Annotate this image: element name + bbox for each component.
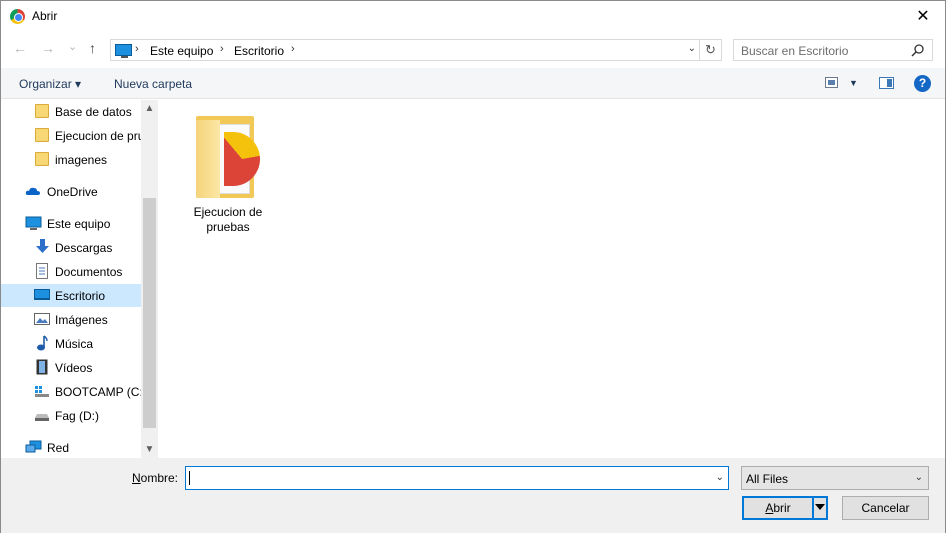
new-folder-button[interactable]: Nueva carpeta [114, 77, 192, 91]
scroll-thumb[interactable] [143, 198, 156, 428]
sidebar-item-label: Música [55, 337, 94, 351]
computer-icon [115, 44, 132, 58]
sidebar-scrollbar[interactable]: ▲ ▼ [141, 100, 158, 458]
file-type-select[interactable]: All Files ⌄ [741, 466, 929, 490]
sidebar-item-label: Descargas [55, 241, 113, 255]
folder-icon [35, 152, 49, 166]
document-icon [36, 263, 48, 279]
breadcrumb-separator[interactable]: › [135, 43, 139, 55]
folder-icon [35, 128, 49, 142]
folder-icon[interactable] [196, 116, 260, 200]
sidebar-item-label: Vídeos [55, 361, 93, 375]
navigation-pane: Base de datos Ejecucion de pru imagenes … [1, 100, 158, 458]
address-bar[interactable]: › Este equipo › Escritorio › ⌄ ↻ [110, 39, 722, 61]
sidebar-item-imagenes[interactable]: imagenes [1, 148, 141, 171]
sidebar-item-descargas[interactable]: Descargas [1, 236, 141, 259]
refresh-button[interactable]: ↻ [699, 40, 721, 60]
file-list-area[interactable] [159, 100, 945, 458]
sidebar-item-label: Red [47, 441, 70, 455]
recent-locations-button[interactable]: ⌄ [68, 40, 77, 53]
desktop-icon [34, 289, 50, 300]
up-button[interactable]: ↑ [89, 40, 96, 56]
preview-pane-icon[interactable] [879, 77, 894, 89]
filename-input[interactable]: ⌄ [185, 466, 729, 490]
chrome-icon [224, 132, 260, 186]
scroll-down-icon[interactable]: ▼ [141, 441, 158, 458]
sidebar-item-label: Documentos [55, 265, 123, 279]
cancel-button[interactable]: Cancelar [842, 496, 929, 520]
filename-label: Nombre: [132, 471, 179, 485]
filename-history-dropdown[interactable]: ⌄ [716, 472, 724, 483]
sidebar-item-videos[interactable]: Vídeos [1, 356, 141, 379]
forward-button[interactable]: → [41, 40, 55, 56]
back-button[interactable]: ← [13, 40, 27, 56]
sidebar-item-fag[interactable]: Fag (D:) [1, 404, 141, 427]
scroll-up-icon[interactable]: ▲ [141, 100, 158, 117]
help-icon[interactable]: ? [914, 75, 931, 92]
file-item-label[interactable]: Ejecucion de pruebas [185, 205, 271, 235]
close-button[interactable]: ✕ [901, 1, 945, 32]
sidebar-item-label: Este equipo [47, 217, 111, 231]
download-icon [36, 239, 49, 253]
sidebar-item-musica[interactable]: Música [1, 332, 141, 355]
sidebar-item-label: BOOTCAMP (C:) [55, 385, 147, 399]
open-file-dialog: Abrir ✕ ← → ⌄ ↑ › Este equipo › Escritor… [0, 0, 946, 533]
cloud-icon [25, 187, 40, 195]
open-button[interactable]: Abrir [742, 496, 814, 520]
sidebar-item-escritorio[interactable]: Escritorio [1, 284, 141, 307]
title-bar: Abrir ✕ [1, 1, 945, 32]
text-caret [189, 471, 190, 485]
sidebar-item-imagenes-library[interactable]: Imágenes [1, 308, 141, 331]
dropdown-arrow-icon [815, 504, 825, 510]
sidebar-item-onedrive[interactable]: OneDrive [1, 180, 141, 203]
breadcrumb-separator[interactable]: › [220, 43, 224, 55]
search-placeholder: Buscar en Escritorio [741, 44, 849, 58]
sidebar-item-documentos[interactable]: Documentos [1, 260, 141, 283]
sidebar-item-label: Base de datos [55, 105, 132, 119]
sidebar-item-label: OneDrive [47, 185, 98, 199]
chrome-icon [10, 9, 25, 24]
breadcrumb-escritorio[interactable]: Escritorio [234, 44, 284, 58]
sidebar-item-bootcamp[interactable]: BOOTCAMP (C:) [1, 380, 147, 403]
music-icon [37, 335, 48, 351]
sidebar-item-label: imagenes [55, 153, 108, 167]
command-bar: Organizar ▾ Nueva carpeta [1, 68, 945, 99]
sidebar-item-label: Escritorio [55, 289, 106, 303]
open-options-button[interactable] [813, 496, 828, 520]
address-dropdown-icon[interactable]: ⌄ [688, 43, 696, 54]
drive-icon [35, 414, 49, 421]
organize-button[interactable]: Organizar ▾ [19, 77, 81, 91]
breadcrumb-separator[interactable]: › [291, 43, 295, 55]
search-box[interactable]: Buscar en Escritorio [733, 39, 933, 61]
sidebar-item-este-equipo[interactable]: Este equipo [1, 212, 141, 235]
sidebar-item-label: Imágenes [55, 313, 108, 327]
video-icon [36, 359, 48, 375]
sidebar-item-base-de-datos[interactable]: Base de datos [1, 100, 141, 123]
breadcrumb-este-equipo[interactable]: Este equipo [150, 44, 213, 58]
sidebar-item-label: Fag (D:) [55, 409, 100, 423]
pictures-icon [34, 313, 50, 325]
windows-drive-icon [35, 386, 49, 397]
file-type-value: All Files [746, 472, 789, 486]
computer-icon [25, 216, 42, 230]
folder-icon [35, 104, 49, 118]
change-view-icon[interactable] [825, 77, 838, 88]
sidebar-item-ejecucion-de-pruebas[interactable]: Ejecucion de pru [1, 124, 145, 147]
sidebar-item-red[interactable]: Red [1, 436, 141, 458]
sidebar-item-label: Ejecucion de pru [55, 129, 145, 143]
search-icon [911, 44, 924, 57]
chevron-down-icon[interactable]: ⌄ [915, 472, 923, 483]
network-icon [25, 440, 42, 453]
window-title: Abrir [32, 9, 58, 23]
view-options-dropdown[interactable]: ▼ [849, 78, 858, 88]
